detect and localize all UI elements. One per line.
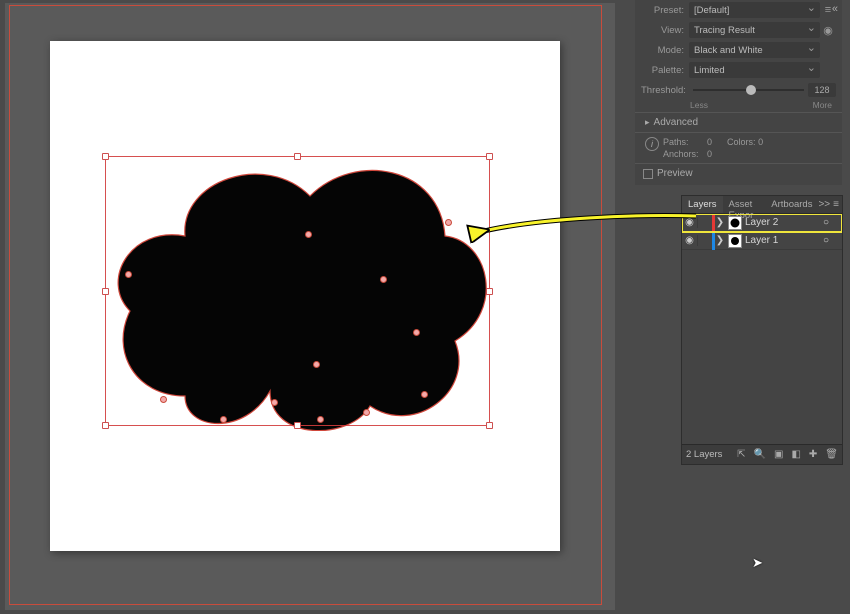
anchor-point[interactable] bbox=[421, 391, 428, 398]
info-icon: i bbox=[645, 137, 659, 151]
layer-thumbnail bbox=[728, 216, 742, 230]
cloud-shape[interactable] bbox=[105, 141, 495, 431]
layer-row[interactable]: ◉ ❯ Layer 2 ○ bbox=[682, 214, 842, 232]
palette-label: Palette: bbox=[641, 65, 689, 76]
anchor-point[interactable] bbox=[271, 399, 278, 406]
preset-select[interactable]: [Default] bbox=[689, 2, 820, 18]
anchor-point[interactable] bbox=[125, 271, 132, 278]
anchor-point[interactable] bbox=[413, 329, 420, 336]
chevron-right-icon: ▸ bbox=[645, 117, 650, 128]
anchor-point[interactable] bbox=[313, 361, 320, 368]
advanced-toggle[interactable]: ▸ Advanced bbox=[635, 112, 842, 133]
bbox-handle-mr[interactable] bbox=[486, 288, 493, 295]
palette-select[interactable]: Limited bbox=[689, 62, 820, 78]
layers-panel: Layers Asset Expor Artboards >> ≡ ◉ ❯ La… bbox=[682, 196, 842, 464]
anchor-point[interactable] bbox=[363, 409, 370, 416]
search-icon[interactable]: 🔍 bbox=[754, 449, 766, 460]
view-label: View: bbox=[641, 25, 689, 36]
bbox-handle-ml[interactable] bbox=[102, 288, 109, 295]
delete-icon[interactable]: 🗑 bbox=[825, 449, 838, 460]
colors-label: Colors: bbox=[727, 137, 756, 147]
threshold-label: Threshold: bbox=[641, 85, 689, 96]
anchor-point[interactable] bbox=[380, 276, 387, 283]
mode-label: Mode: bbox=[641, 45, 689, 56]
panel-overflow-icon[interactable]: >> bbox=[818, 199, 830, 210]
new-layer-icon[interactable]: ✚ bbox=[809, 449, 817, 460]
preview-checkbox-row[interactable]: Preview bbox=[635, 163, 842, 183]
anchor-point[interactable] bbox=[220, 416, 227, 423]
expand-arrow-icon[interactable]: ❯ bbox=[715, 217, 725, 228]
selection-box bbox=[105, 156, 490, 426]
image-trace-panel: Preset: [Default] ≡ View: Tracing Result… bbox=[635, 0, 842, 185]
threshold-value[interactable]: 128 bbox=[808, 83, 836, 97]
panel-menu-icon[interactable]: ≡ bbox=[833, 199, 839, 210]
threshold-slider[interactable] bbox=[693, 89, 804, 91]
canvas-viewport bbox=[5, 3, 615, 610]
artboard[interactable] bbox=[50, 41, 560, 551]
anchor-point[interactable] bbox=[305, 231, 312, 238]
bbox-handle-tr[interactable] bbox=[486, 153, 493, 160]
anchor-point[interactable] bbox=[445, 219, 452, 226]
tab-artboards[interactable]: Artboards bbox=[765, 196, 818, 213]
expand-arrow-icon[interactable]: ❯ bbox=[715, 235, 725, 246]
bbox-handle-tc[interactable] bbox=[294, 153, 301, 160]
clipping-mask-icon[interactable]: ▣ bbox=[774, 449, 783, 460]
visibility-eye-icon[interactable]: ◉ bbox=[682, 235, 698, 246]
mode-select[interactable]: Black and White bbox=[689, 42, 820, 58]
view-eye-icon[interactable]: ◉ bbox=[820, 24, 836, 37]
preset-label: Preset: bbox=[641, 5, 689, 16]
layer-name[interactable]: Layer 2 bbox=[745, 217, 820, 228]
view-select[interactable]: Tracing Result bbox=[689, 22, 820, 38]
cursor-icon: ➤ bbox=[752, 555, 763, 571]
preview-checkbox[interactable] bbox=[643, 169, 653, 179]
anchor-point[interactable] bbox=[317, 416, 324, 423]
layer-name[interactable]: Layer 1 bbox=[745, 235, 820, 246]
layer-row[interactable]: ◉ ❯ Layer 1 ○ bbox=[682, 232, 842, 250]
anchors-label: Anchors: bbox=[663, 149, 707, 159]
target-icon[interactable]: ○ bbox=[820, 235, 832, 246]
panel-collapse-icon[interactable]: « bbox=[832, 3, 838, 15]
anchor-point[interactable] bbox=[160, 396, 167, 403]
threshold-high: More bbox=[813, 100, 832, 110]
paths-label: Paths: bbox=[663, 137, 707, 147]
bbox-handle-tl[interactable] bbox=[102, 153, 109, 160]
target-icon[interactable]: ○ bbox=[820, 217, 832, 228]
bbox-handle-bl[interactable] bbox=[102, 422, 109, 429]
threshold-low: Less bbox=[690, 100, 708, 110]
tab-asset-export[interactable]: Asset Expor bbox=[723, 196, 766, 213]
layer-count: 2 Layers bbox=[686, 449, 722, 460]
tab-layers[interactable]: Layers bbox=[682, 196, 723, 213]
visibility-eye-icon[interactable]: ◉ bbox=[682, 217, 698, 228]
new-sublayer-icon[interactable]: ◧ bbox=[791, 449, 800, 460]
bbox-handle-br[interactable] bbox=[486, 422, 493, 429]
layer-thumbnail bbox=[728, 234, 742, 248]
bbox-handle-bc[interactable] bbox=[294, 422, 301, 429]
locate-object-icon[interactable]: ⇱ bbox=[737, 449, 745, 460]
